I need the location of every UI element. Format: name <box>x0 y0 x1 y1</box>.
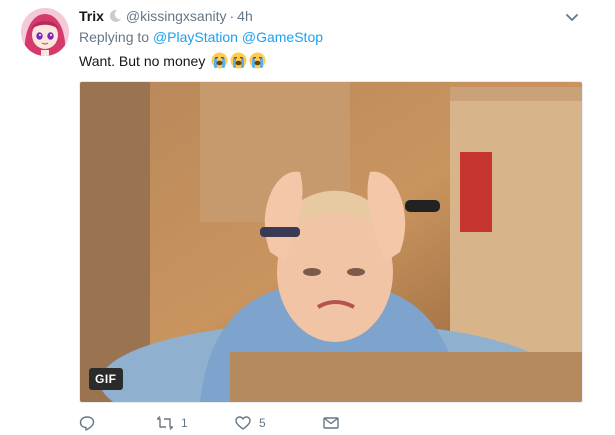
tweet-text: Want. But no money <box>79 52 266 69</box>
chevron-down-icon[interactable] <box>565 10 579 21</box>
heart-icon <box>235 416 251 430</box>
retweet-count: 1 <box>181 416 188 430</box>
timestamp[interactable]: 4h <box>237 8 253 24</box>
reply-button[interactable] <box>79 415 157 431</box>
envelope-icon <box>323 417 339 429</box>
crying-face-icon <box>230 52 247 69</box>
separator-dot: · <box>229 8 235 24</box>
replying-to-label: Replying to <box>79 29 150 45</box>
display-name[interactable]: Trix <box>79 8 104 24</box>
retweet-icon <box>157 416 173 430</box>
replying-to-line: Replying to @PlayStation @GameStop <box>79 29 323 45</box>
reply-icon <box>79 416 95 431</box>
crescent-moon-icon <box>108 9 122 23</box>
avatar[interactable] <box>21 8 69 56</box>
mention-gamestop[interactable]: @GameStop <box>242 29 323 45</box>
gif-frame-image <box>80 82 582 402</box>
retweet-button[interactable]: 1 <box>157 415 235 431</box>
user-handle[interactable]: @kissingxsanity <box>126 8 227 24</box>
gif-badge: GIF <box>89 368 123 390</box>
direct-message-button[interactable] <box>323 415 347 431</box>
mention-playstation[interactable]: @PlayStation <box>153 29 238 45</box>
crying-face-icon <box>211 52 228 69</box>
crying-face-icon <box>249 52 266 69</box>
tweet-card[interactable]: Trix @kissingxsanity · 4h Replying to @P… <box>0 0 615 435</box>
tweet-text-content: Want. But no money <box>79 52 206 69</box>
like-count: 5 <box>259 416 266 430</box>
gif-media[interactable]: GIF <box>79 81 583 403</box>
tweet-actions: 1 5 <box>79 413 347 433</box>
like-button[interactable]: 5 <box>235 415 323 431</box>
avatar-image <box>21 8 69 56</box>
tweet-header: Trix @kissingxsanity · 4h <box>79 7 253 25</box>
